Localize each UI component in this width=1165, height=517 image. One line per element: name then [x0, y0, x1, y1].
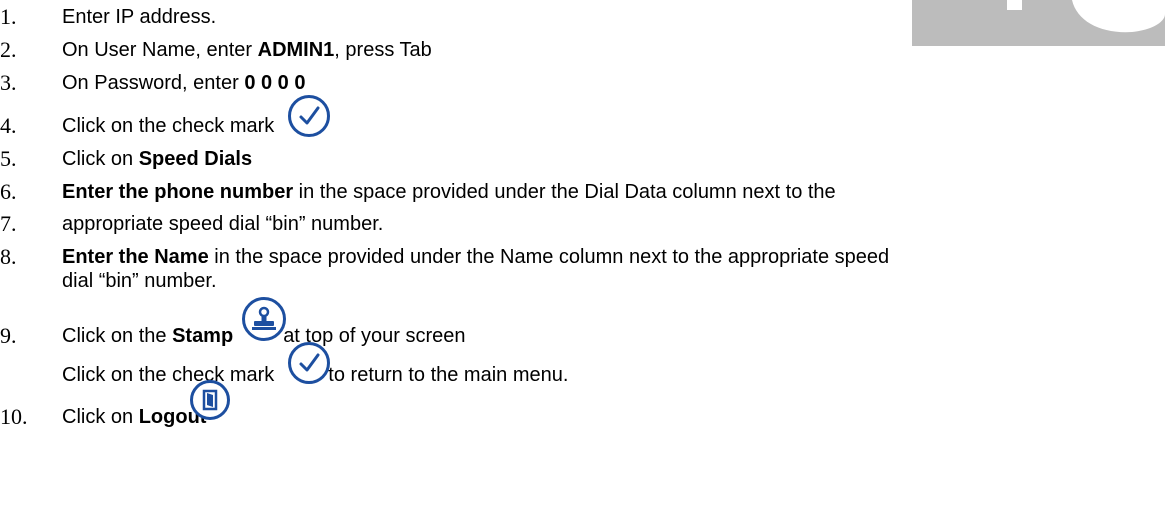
- step-text: Enter IP address.: [62, 6, 217, 28]
- check-mark-glyph: [299, 106, 320, 125]
- step-text-plain: Click on: [62, 148, 139, 170]
- step-number: 1.: [0, 4, 17, 29]
- corner-shape: [912, 0, 1165, 46]
- check-mark-glyph: [299, 353, 320, 372]
- step-text-bold: 0 0 0 0: [244, 72, 306, 94]
- step-number: 4.: [0, 113, 17, 138]
- step-text-bold: Enter the phone number: [62, 181, 294, 203]
- step-text: appropriate speed dial “bin” number.: [62, 213, 384, 235]
- step-text-plain: On Password, enter: [62, 72, 245, 94]
- step-text: On Password, enter 0 0 0 0: [62, 70, 305, 96]
- step-text: Click on Speed Dials: [62, 146, 252, 172]
- step-text: On User Name, enter ADMIN1, press Tab: [62, 37, 432, 63]
- step-text-plain: Click on the: [62, 325, 173, 347]
- step-text-plain: in the space provided under the Name col…: [208, 246, 890, 268]
- logout-glyph: [202, 389, 218, 411]
- step-number: 2.: [0, 37, 17, 62]
- step-text: Enter the Name in the space provided und…: [62, 244, 889, 270]
- stamp-glyph: [252, 306, 276, 330]
- step-text-bold: Enter the Name: [62, 246, 209, 268]
- step-text: Click on Logout: [62, 404, 206, 430]
- step-text-plain: On User Name, enter: [62, 39, 258, 61]
- stamp-icon: [242, 297, 286, 341]
- step-number: 9.: [0, 323, 17, 348]
- step-number: 10.: [0, 404, 28, 429]
- check-mark-icon: [288, 95, 330, 137]
- check-mark-icon: [288, 342, 330, 384]
- step-text-plain: , press Tab: [334, 39, 432, 61]
- step-text-bold: ADMIN1: [257, 39, 335, 61]
- corner-graphic: [912, 0, 1165, 46]
- step-text-plain: to return to the main menu.: [328, 364, 569, 386]
- step-text: Click on the check mark: [62, 115, 275, 137]
- step-number: 6.: [0, 179, 17, 204]
- step-text-plain: Click on the check mark: [62, 364, 275, 386]
- step-number: 8.: [0, 244, 17, 269]
- step-text-continuation: dial “bin” number.: [62, 270, 217, 292]
- step-text-bold: Stamp: [172, 325, 234, 347]
- step-text-bold: Speed Dials: [138, 148, 253, 170]
- step-number: 3.: [0, 70, 17, 95]
- step-number: 5.: [0, 146, 17, 171]
- step-text: Enter the phone number in the space prov…: [62, 179, 836, 205]
- logout-door-icon: [190, 380, 230, 420]
- step-text-plain: in the space provided under the Dial Dat…: [293, 181, 836, 203]
- step-text-plain: Click on: [62, 406, 139, 428]
- step-number: 7.: [0, 211, 17, 236]
